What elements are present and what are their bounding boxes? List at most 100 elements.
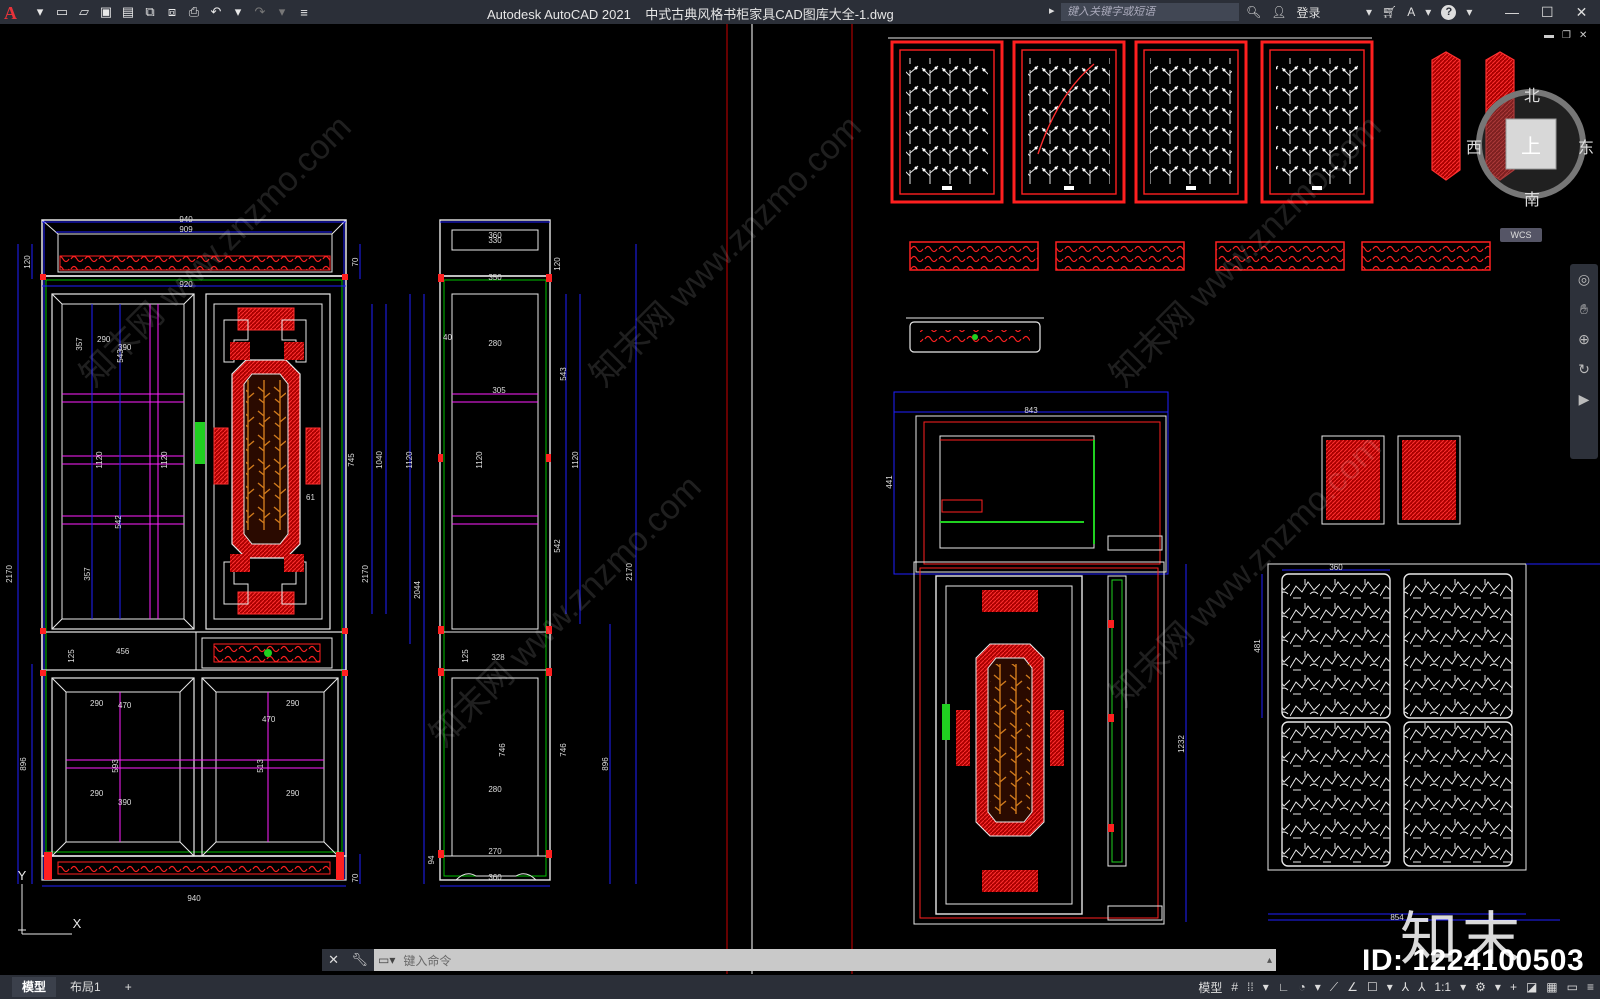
- watermark-id: ID: 1224100503: [1362, 944, 1585, 977]
- annotation-scale[interactable]: 1:1: [1434, 980, 1451, 994]
- customization-icon[interactable]: ≡: [1587, 980, 1594, 994]
- viewcube-top-face[interactable]: 上: [1521, 130, 1541, 159]
- login-link[interactable]: 登录: [1296, 4, 1320, 21]
- svg-text:746: 746: [498, 743, 507, 757]
- open-file-icon[interactable]: ▱: [76, 4, 92, 20]
- svg-text:940: 940: [187, 894, 201, 903]
- undo-icon[interactable]: ↶: [208, 4, 224, 20]
- help-dropdown-icon[interactable]: ▾: [1466, 5, 1472, 19]
- autodesk-app-icon[interactable]: A: [1407, 5, 1415, 19]
- autocad-logo-icon[interactable]: A: [4, 3, 22, 23]
- save-as-icon[interactable]: ▤: [120, 4, 136, 20]
- isodraft-icon[interactable]: ⟋: [1330, 980, 1338, 995]
- svg-text:2170: 2170: [361, 565, 370, 583]
- search-expand-icon[interactable]: ▸: [1049, 4, 1055, 17]
- redo-dropdown-icon[interactable]: ▾: [274, 4, 290, 20]
- model-space-button[interactable]: 模型: [1198, 979, 1222, 996]
- svg-text:290: 290: [286, 789, 300, 798]
- command-input[interactable]: 键入命令: [399, 952, 1267, 969]
- clean-screen-icon[interactable]: ▭: [1567, 980, 1578, 994]
- annotation-scale-dropdown-icon[interactable]: ▾: [1460, 980, 1466, 994]
- grid-icon[interactable]: #: [1231, 980, 1238, 994]
- tab-add-layout[interactable]: +: [115, 977, 142, 997]
- workspace-dropdown-icon[interactable]: ▾: [1495, 980, 1501, 994]
- user-icon[interactable]: 👤︎: [1271, 5, 1286, 19]
- pan-icon[interactable]: ✋︎: [1570, 294, 1598, 324]
- viewcube-south[interactable]: 南: [1524, 186, 1540, 210]
- hardware-acceleration-icon[interactable]: ▦: [1546, 980, 1557, 994]
- autoscale-icon[interactable]: ⅄: [1418, 980, 1425, 994]
- customize-toolbar-icon[interactable]: ≡: [296, 4, 312, 20]
- close-icon[interactable]: ✕: [1576, 4, 1588, 21]
- viewcube-east[interactable]: 东: [1578, 134, 1594, 158]
- quick-access-toolbar: A ▾ ▭ ▱ ▣ ▤ ⧉ ⧈ ⎙ ↶ ▾ ↷ ▾ ≡: [0, 0, 312, 24]
- command-customize-icon[interactable]: 🔧︎: [351, 952, 368, 968]
- isolate-objects-icon[interactable]: ◪: [1526, 980, 1537, 994]
- title-right-tools: 🔍︎ 👤︎ 登录: [1246, 2, 1320, 22]
- wcs-menu[interactable]: WCS: [1500, 228, 1542, 242]
- svg-text:940: 940: [179, 215, 193, 224]
- new-file-icon[interactable]: ▭: [54, 4, 70, 20]
- svg-text:593: 593: [111, 759, 120, 773]
- snap-icon[interactable]: ⁞⁞: [1247, 980, 1254, 994]
- svg-text:470: 470: [118, 701, 132, 710]
- search-icon[interactable]: 🔍︎: [1246, 5, 1261, 19]
- showmotion-icon[interactable]: ▶: [1570, 384, 1598, 414]
- snap-dropdown-icon[interactable]: ▾: [1263, 980, 1269, 994]
- cart-icon[interactable]: 🛒︎: [1382, 5, 1397, 19]
- search-input[interactable]: 键入关键字或短语: [1061, 3, 1239, 21]
- object-snap-icon[interactable]: ☐: [1367, 980, 1378, 994]
- svg-text:1120: 1120: [405, 451, 414, 469]
- svg-text:X: X: [73, 916, 82, 931]
- drawing-canvas[interactable]: 940 909 920 120 70 290 390 357 543 1120 …: [0, 24, 1600, 974]
- app-menu-arrow-icon[interactable]: ▾: [32, 4, 48, 20]
- undo-dropdown-icon[interactable]: ▾: [230, 4, 246, 20]
- command-line: ✕ 🔧︎ ▭▾ 键入命令 ▴: [322, 949, 1276, 971]
- svg-text:843: 843: [1024, 406, 1038, 415]
- svg-text:330: 330: [488, 236, 502, 245]
- front-elevation: 940 909 920 120 70 290 390 357 543 1120 …: [5, 215, 387, 903]
- orbit-icon[interactable]: ↻: [1570, 354, 1598, 384]
- object-snap-dropdown-icon[interactable]: ▾: [1387, 980, 1393, 994]
- object-snap-tracking-icon[interactable]: ∠: [1347, 980, 1358, 994]
- viewcube-west[interactable]: 西: [1466, 134, 1482, 158]
- annotation-monitor-icon[interactable]: +: [1510, 980, 1517, 994]
- svg-text:542: 542: [114, 515, 123, 529]
- command-close-icon[interactable]: ✕: [328, 952, 339, 968]
- maximize-icon[interactable]: ☐: [1541, 4, 1554, 21]
- web-mobile-open-icon[interactable]: ⧉: [142, 4, 158, 20]
- svg-text:1040: 1040: [375, 451, 384, 469]
- steering-wheel-icon[interactable]: ◎: [1570, 264, 1598, 294]
- svg-text:290: 290: [90, 789, 104, 798]
- svg-text:290: 290: [286, 699, 300, 708]
- title-right-tools-2: ▾ 🛒︎ A ▾ ? ▾: [1366, 2, 1472, 22]
- app-title: Autodesk AutoCAD 2021: [487, 7, 631, 22]
- command-expand-icon[interactable]: ▴: [1267, 955, 1276, 966]
- polar-icon[interactable]: ◔: [1298, 980, 1305, 994]
- svg-text:909: 909: [179, 225, 193, 234]
- help-icon[interactable]: ?: [1441, 4, 1457, 20]
- svg-text:456: 456: [116, 647, 130, 656]
- polar-dropdown-icon[interactable]: ▾: [1315, 980, 1321, 994]
- plot-icon[interactable]: ⎙: [186, 4, 202, 20]
- viewcube[interactable]: 北 南 东 西 上: [1466, 84, 1596, 214]
- command-history-icon[interactable]: ▭▾: [374, 953, 399, 967]
- viewport-close-icon[interactable]: ✕: [1579, 30, 1587, 41]
- minimize-icon[interactable]: —: [1505, 4, 1519, 20]
- viewport-restore-icon[interactable]: ❐: [1562, 30, 1571, 41]
- save-icon[interactable]: ▣: [98, 4, 114, 20]
- zoom-icon[interactable]: ⊕: [1570, 324, 1598, 354]
- annotation-visibility-icon[interactable]: ⅄: [1402, 980, 1409, 994]
- workspace-gear-icon[interactable]: ⚙︎: [1475, 980, 1486, 994]
- tab-layout1[interactable]: 布局1: [60, 977, 111, 997]
- svg-text:513: 513: [256, 759, 265, 773]
- tab-model[interactable]: 模型: [12, 977, 57, 997]
- app-dropdown-icon[interactable]: ▾: [1425, 5, 1431, 19]
- svg-text:1120: 1120: [95, 451, 104, 469]
- redo-icon[interactable]: ↷: [252, 4, 268, 20]
- ortho-icon[interactable]: ∟: [1278, 980, 1290, 994]
- web-mobile-save-icon[interactable]: ⧈: [164, 4, 180, 20]
- viewport-minimize-icon[interactable]: ▬: [1544, 30, 1554, 41]
- login-dropdown-icon[interactable]: ▾: [1366, 5, 1372, 19]
- viewcube-north[interactable]: 北: [1524, 82, 1540, 106]
